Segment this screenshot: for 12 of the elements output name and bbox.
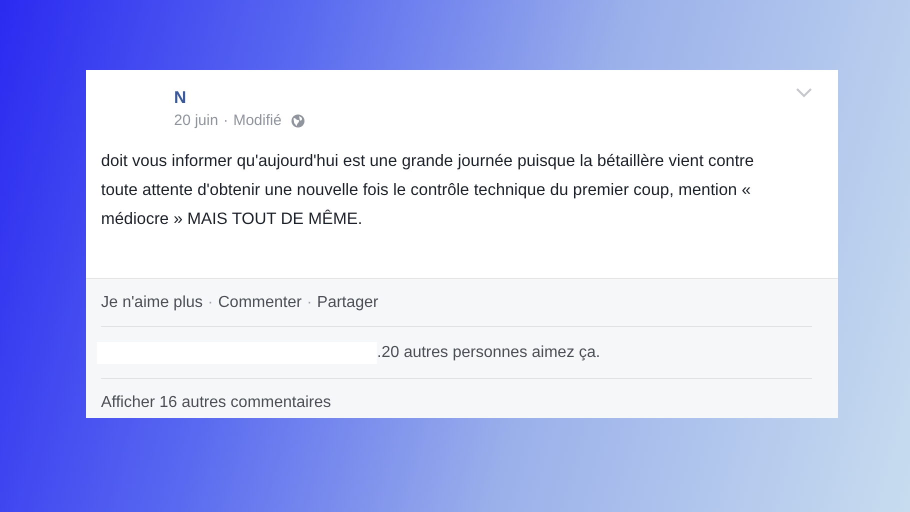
- author-name[interactable]: N: [174, 88, 186, 108]
- action-link[interactable]: Je n'aime plus: [101, 294, 203, 312]
- chevron-down-icon[interactable]: [796, 88, 812, 98]
- post-text: doit vous informer qu'aujourd'hui est une grande journée puisque la bétaillère vient contre toute attente d'obtenir une nouvelle fois le contrôle technique du premier coup, mention « médiocre » MAIS TOUT DE MÊME.: [101, 151, 755, 230]
- separator-dot: ·: [306, 294, 312, 312]
- more-comments-link[interactable]: Afficher 16 autres commentaires: [101, 394, 332, 412]
- likes-summary[interactable]: .20 autres personnes aimez ça.: [377, 344, 600, 362]
- action-link[interactable]: Partager: [317, 294, 378, 312]
- action-link[interactable]: Commenter: [218, 294, 302, 312]
- separator-dot: ·: [208, 294, 214, 312]
- separator-dot: ·: [223, 112, 228, 129]
- globe-icon[interactable]: [290, 114, 305, 128]
